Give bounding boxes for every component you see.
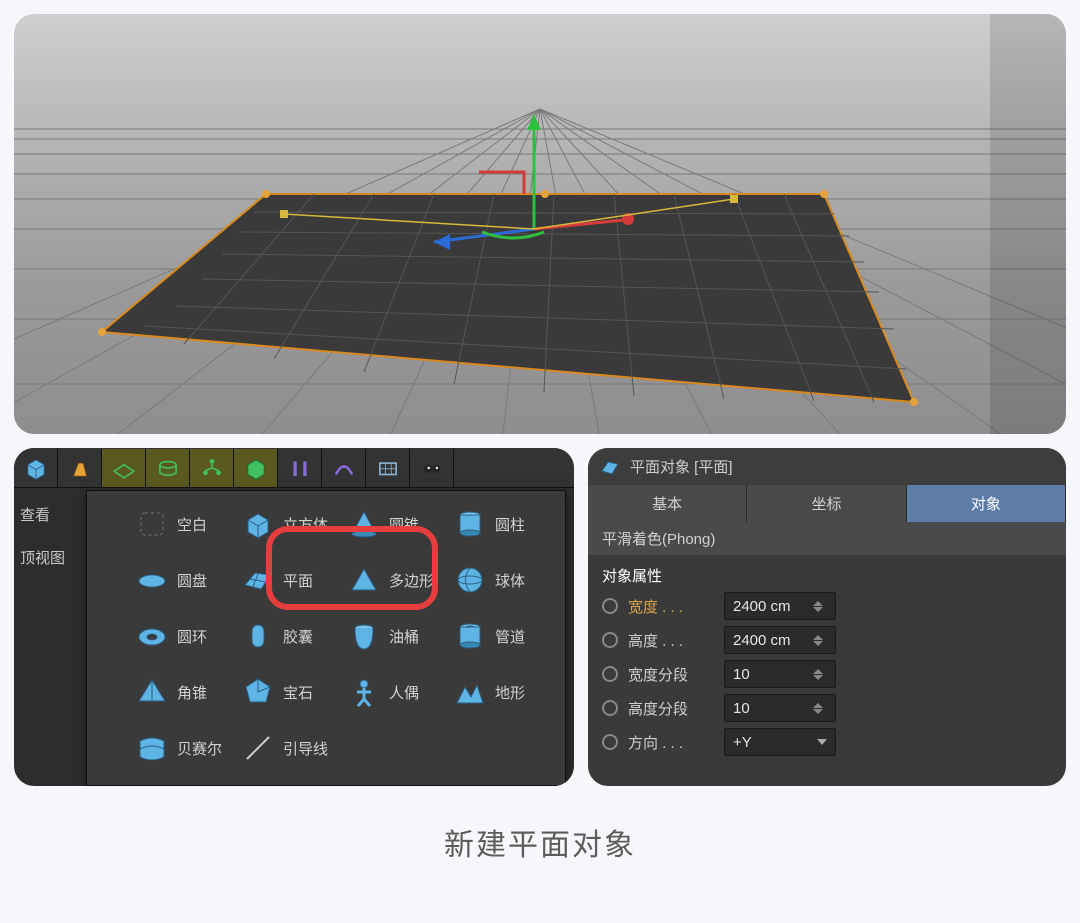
primitive-cone[interactable]: 圆锥 — [343, 497, 443, 551]
radio-icon[interactable] — [602, 666, 618, 682]
tab-phong[interactable]: 平滑着色(Phong) — [588, 522, 1066, 555]
side-labels: 查看 顶视图 — [14, 494, 84, 568]
spinner-icon[interactable] — [813, 703, 827, 714]
landscape-icon — [453, 675, 487, 709]
chevron-down-icon — [817, 739, 827, 745]
tab-object[interactable]: 对象 — [907, 485, 1066, 522]
properties-tabs: 基本 坐标 对象 — [588, 485, 1066, 522]
primitive-bezier[interactable]: 贝赛尔 — [131, 721, 231, 775]
cone-icon — [347, 507, 381, 541]
guide-icon — [241, 731, 275, 765]
toolbar-arc-icon[interactable] — [322, 449, 366, 487]
radio-icon[interactable] — [602, 734, 618, 750]
caption: 新建平面对象 — [14, 786, 1066, 874]
radio-icon[interactable] — [602, 598, 618, 614]
toolbar-grid-icon[interactable] — [366, 449, 410, 487]
primitive-polygon[interactable]: 多边形 — [343, 553, 443, 607]
capsule-icon — [241, 619, 275, 653]
primitive-pyramid[interactable]: 角锥 — [131, 665, 231, 719]
plane-icon — [241, 563, 275, 597]
primitive-sphere[interactable]: 球体 — [449, 553, 549, 607]
toolbar-pen-icon[interactable] — [58, 449, 102, 487]
properties-header: 平面对象 [平面] — [588, 448, 1066, 485]
primitive-capsule[interactable]: 胶囊 — [237, 609, 337, 663]
toolbar-hierarchy-icon[interactable] — [190, 449, 234, 487]
empty-icon — [135, 507, 169, 541]
pyramid-icon — [135, 675, 169, 709]
prop-label: 宽度分段 — [628, 664, 714, 685]
width-input[interactable]: 2400 cm — [724, 592, 836, 620]
toolbar-eyes-icon[interactable] — [410, 449, 454, 487]
prop-row-height: 高度 . . . 2400 cm — [602, 626, 1052, 654]
radio-icon[interactable] — [602, 632, 618, 648]
prop-label: 高度 . . . — [628, 630, 714, 651]
torus-icon — [135, 619, 169, 653]
primitive-cylinder[interactable]: 圆柱 — [449, 497, 549, 551]
bezier-icon — [135, 731, 169, 765]
cylinder-icon — [453, 507, 487, 541]
primitive-disc[interactable]: 圆盘 — [131, 553, 231, 607]
spinner-icon[interactable] — [813, 601, 827, 612]
seg-height-input[interactable]: 10 — [724, 694, 836, 722]
primitive-tube[interactable]: 管道 — [449, 609, 549, 663]
toolbar-cube-icon[interactable] — [14, 449, 58, 487]
plane-header-icon — [600, 457, 620, 477]
toolbar-mesh-icon[interactable] — [102, 449, 146, 487]
viewport-canvas — [14, 14, 1066, 434]
oiltank-icon — [347, 619, 381, 653]
primitive-platonic[interactable]: 宝石 — [237, 665, 337, 719]
primitive-plane[interactable]: 平面 — [237, 553, 337, 607]
prop-row-seg-h: 高度分段 10 — [602, 694, 1052, 722]
primitives-panel: 查看 顶视图 空白 立方体 — [14, 448, 574, 786]
primitive-landscape[interactable]: 地形 — [449, 665, 549, 719]
prop-row-width: 宽度 . . . 2400 cm — [602, 592, 1052, 620]
spinner-icon[interactable] — [813, 635, 827, 646]
spinner-icon[interactable] — [813, 669, 827, 680]
viewport-3d[interactable] — [14, 14, 1066, 434]
prop-label: 宽度 . . . — [628, 596, 714, 617]
tube-icon — [453, 619, 487, 653]
primitive-guide[interactable]: 引导线 — [237, 721, 337, 775]
top-view-label[interactable]: 顶视图 — [20, 547, 84, 568]
top-toolbar — [14, 448, 574, 488]
primitive-oiltank[interactable]: 油桶 — [343, 609, 443, 663]
sphere-icon — [453, 563, 487, 597]
orientation-select[interactable]: +Y — [724, 728, 836, 756]
radio-icon[interactable] — [602, 700, 618, 716]
toolbar-tube-icon[interactable] — [146, 449, 190, 487]
primitive-figure[interactable]: 人偶 — [343, 665, 443, 719]
prop-label: 方向 . . . — [628, 732, 714, 753]
prop-label: 高度分段 — [628, 698, 714, 719]
primitive-cube[interactable]: 立方体 — [237, 497, 337, 551]
toolbar-box-icon[interactable] — [234, 449, 278, 487]
viewport-right-gutter — [990, 14, 1066, 434]
cube-icon — [241, 507, 275, 541]
toolbar-bracket-icon[interactable] — [278, 449, 322, 487]
prop-row-orientation: 方向 . . . +Y — [602, 728, 1052, 756]
primitives-menu: 空白 立方体 圆锥 圆柱 圆盘 — [86, 490, 566, 786]
primitive-torus[interactable]: 圆环 — [131, 609, 231, 663]
polygon-icon — [347, 563, 381, 597]
properties-title: 平面对象 [平面] — [630, 456, 733, 477]
tab-coords[interactable]: 坐标 — [747, 485, 906, 522]
tab-basic[interactable]: 基本 — [588, 485, 747, 522]
height-input[interactable]: 2400 cm — [724, 626, 836, 654]
view-label[interactable]: 查看 — [20, 504, 84, 525]
properties-panel: 平面对象 [平面] 基本 坐标 对象 平滑着色(Phong) 对象属性 宽度 .… — [588, 448, 1066, 786]
section-title: 对象属性 — [588, 555, 1066, 592]
prop-row-seg-w: 宽度分段 10 — [602, 660, 1052, 688]
platonic-icon — [241, 675, 275, 709]
primitive-empty[interactable]: 空白 — [131, 497, 231, 551]
disc-icon — [135, 563, 169, 597]
seg-width-input[interactable]: 10 — [724, 660, 836, 688]
figure-icon — [347, 675, 381, 709]
